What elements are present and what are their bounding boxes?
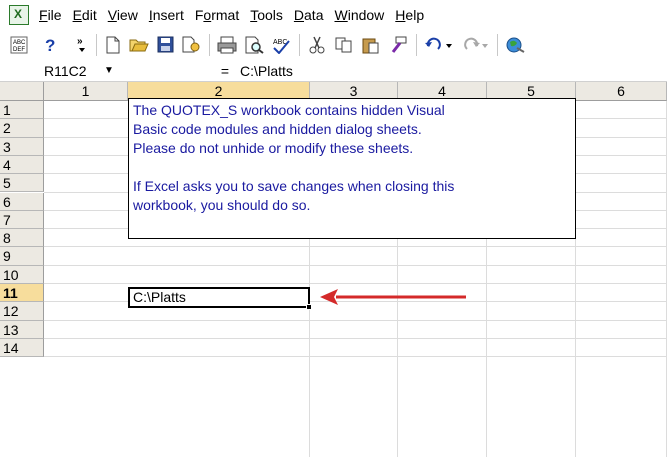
row-header-2[interactable]: 2	[0, 119, 44, 138]
workbook-note-textbox: The QUOTEX_S workbook contains hidden Vi…	[128, 98, 576, 239]
redo-icon[interactable]	[462, 33, 490, 57]
open-icon[interactable]	[128, 33, 150, 57]
grid-row-line	[44, 337, 667, 339]
note-line: Basic code modules and hidden dialog she…	[133, 121, 422, 137]
grid-row-line	[44, 246, 667, 248]
row-header-12[interactable]: 12	[0, 302, 44, 321]
grid-row-line	[44, 264, 667, 266]
row-header-1[interactable]: 1	[0, 101, 44, 120]
help-question-icon[interactable]: ?	[40, 33, 62, 57]
toolbar-separator	[299, 33, 300, 56]
grid-row-line	[44, 283, 667, 284]
menu-view[interactable]: View	[104, 7, 145, 23]
svg-text:DEF: DEF	[13, 47, 25, 53]
toolbar-separator	[209, 33, 210, 56]
standard-toolbar: ABC DEF ? » ABC	[0, 29, 667, 60]
row-header-11[interactable]: 11	[0, 284, 44, 303]
hyperlink-icon[interactable]	[504, 33, 526, 57]
row-header-8[interactable]: 8	[0, 229, 44, 248]
cut-icon[interactable]	[306, 33, 328, 57]
toolbar-separator	[497, 33, 498, 56]
spelling-abc-icon[interactable]: ABC DEF	[9, 33, 29, 57]
menu-data[interactable]: Data	[290, 7, 331, 23]
menu-file[interactable]: File	[35, 7, 69, 23]
row-header-5[interactable]: 5	[0, 174, 44, 193]
formula-equals-sign: =	[220, 62, 230, 79]
menu-bar: FileEditViewInsertFormatToolsDataWindowH…	[0, 0, 667, 29]
row-header-6[interactable]: 6	[0, 192, 44, 211]
row-header-10[interactable]: 10	[0, 265, 44, 284]
menu-help[interactable]: Help	[391, 7, 431, 23]
new-icon[interactable]	[103, 33, 123, 57]
name-box[interactable]: R11C2 ▼	[38, 62, 116, 80]
menu-tools[interactable]: Tools	[246, 7, 290, 23]
grid-row-line	[44, 356, 667, 358]
row-header-4[interactable]: 4	[0, 155, 44, 175]
undo-icon[interactable]	[423, 33, 457, 57]
note-line: Please do not unhide or modify these she…	[133, 140, 414, 156]
save-icon[interactable]	[155, 33, 175, 57]
row-header-13[interactable]: 13	[0, 320, 44, 339]
copy-icon[interactable]	[333, 33, 355, 57]
print-icon[interactable]	[216, 33, 238, 57]
menu-format[interactable]: Format	[191, 7, 246, 23]
note-line: workbook, you should do so.	[133, 197, 311, 213]
menu-insert[interactable]: Insert	[145, 7, 191, 23]
print-preview-icon[interactable]	[243, 33, 265, 57]
note-line: If Excel asks you to save changes when c…	[133, 178, 455, 194]
menu-edit[interactable]: Edit	[69, 7, 104, 23]
formula-input[interactable]: C:\Platts	[240, 63, 293, 79]
svg-text:ABC: ABC	[13, 40, 26, 46]
menu-items: File Edit View Insert Format Tools Data Window H…	[35, 7, 431, 23]
row-header-7[interactable]: 7	[0, 210, 44, 230]
format-painter-icon[interactable]	[387, 33, 409, 57]
row-header-9[interactable]: 9	[0, 247, 44, 266]
row-header-3[interactable]: 3	[0, 137, 44, 156]
toolbar-separator	[416, 33, 417, 56]
paste-icon[interactable]	[360, 33, 382, 57]
formula-bar: R11C2 ▼ = C:\Platts	[0, 60, 667, 82]
toolbar-separator	[96, 33, 97, 56]
svg-text:»: »	[77, 36, 83, 47]
select-all-corner[interactable]	[0, 82, 44, 101]
row-header-14[interactable]: 14	[0, 338, 44, 358]
note-line: The QUOTEX_S workbook contains hidden Vi…	[133, 102, 445, 118]
svg-text:?: ?	[45, 36, 55, 55]
fill-handle[interactable]	[306, 304, 312, 310]
red-arrow-icon	[320, 289, 466, 305]
toolbar-overflow-icon[interactable]: »	[75, 33, 89, 57]
permission-icon[interactable]	[180, 33, 202, 57]
grid-row-line	[44, 319, 667, 321]
excel-app-icon[interactable]	[9, 4, 29, 25]
column-header-1[interactable]: 1	[44, 82, 128, 101]
active-cell[interactable]: C:\Platts	[128, 287, 310, 308]
name-box-value: R11C2	[44, 62, 87, 79]
menu-window[interactable]: Window	[330, 7, 391, 23]
column-header-6[interactable]: 6	[576, 82, 667, 101]
spelling-icon[interactable]: ABC	[270, 33, 292, 57]
chevron-down-icon[interactable]: ▼	[102, 62, 116, 80]
